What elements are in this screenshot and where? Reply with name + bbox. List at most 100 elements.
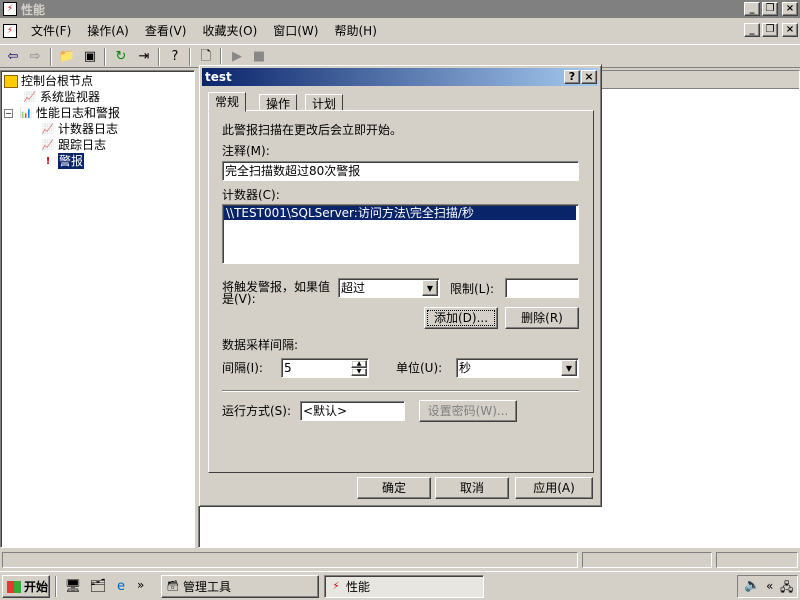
status-bar bbox=[0, 550, 800, 570]
toolbar-separator bbox=[158, 48, 160, 66]
run-as-input[interactable]: <默认> bbox=[300, 401, 405, 421]
back-icon[interactable]: ⇦ bbox=[3, 47, 23, 67]
tree-node-label: 系统监视器 bbox=[40, 90, 101, 104]
tree-node-monitor[interactable]: 📈 系统监视器 bbox=[23, 89, 100, 105]
counters-list[interactable]: \\TEST001\SQLServer:访问方法\完全扫描/秒 bbox=[222, 204, 579, 264]
task-admin-tools[interactable]: 🗃 管理工具 bbox=[161, 575, 319, 598]
menu-help[interactable]: 帮助(H) bbox=[326, 21, 384, 41]
tray-expand-icon[interactable]: « bbox=[766, 579, 773, 593]
trigger-label-2: 是(V): bbox=[222, 292, 256, 306]
perf-icon: ⚡ bbox=[332, 581, 340, 592]
show-desktop-icon[interactable]: 🖥 bbox=[63, 577, 83, 597]
up-folder-icon[interactable]: 📁 bbox=[57, 47, 77, 67]
status-panel bbox=[716, 552, 798, 568]
tab-general[interactable]: 常规 bbox=[208, 92, 247, 112]
dialog-close-button[interactable]: × bbox=[581, 70, 597, 84]
tree-node-root[interactable]: 控制台根节点 bbox=[4, 73, 93, 89]
info-text: 此警报扫描在更改后会立即开始。 bbox=[222, 123, 403, 137]
forward-icon[interactable]: ⇨ bbox=[25, 47, 45, 67]
ie-icon[interactable]: e bbox=[111, 577, 131, 597]
chevron-down-icon[interactable]: ▼ bbox=[561, 360, 577, 376]
divider bbox=[222, 390, 579, 392]
mdi-minimize-button[interactable]: _ bbox=[744, 23, 760, 37]
start-button[interactable]: 开始 bbox=[2, 575, 50, 598]
trigger-select[interactable]: 超过 ▼ bbox=[338, 278, 440, 298]
toolbar-separator bbox=[104, 48, 106, 66]
tab-action[interactable]: 操作 bbox=[259, 94, 298, 111]
tree-node-alerts[interactable]: ! 警报 bbox=[41, 153, 85, 169]
tree-node-label: 跟踪日志 bbox=[58, 138, 107, 152]
windows-logo-icon bbox=[7, 580, 21, 593]
spin-down-icon[interactable]: ▼ bbox=[351, 368, 367, 376]
tree-node-counter-logs[interactable]: 📈 计数器日志 bbox=[41, 121, 118, 137]
chart-icon: 📈 bbox=[41, 139, 55, 151]
menu-favorites[interactable]: 收藏夹(O) bbox=[194, 21, 265, 41]
apply-button[interactable]: 应用(A) bbox=[515, 477, 593, 499]
start-label: 开始 bbox=[24, 580, 49, 594]
monitor-icon: 📈 bbox=[23, 91, 37, 103]
mdi-close-button[interactable]: × bbox=[782, 23, 798, 37]
cancel-button[interactable]: 取消 bbox=[435, 477, 509, 499]
window-title-bar: ⚡ 性能 _ ❐ × bbox=[0, 0, 800, 18]
unit-label: 单位(U): bbox=[396, 361, 443, 375]
spin-up-icon[interactable]: ▲ bbox=[351, 360, 367, 368]
menu-view[interactable]: 查看(V) bbox=[137, 21, 195, 41]
add-button[interactable]: 添加(D)... bbox=[424, 307, 498, 329]
tree-node-trace-logs[interactable]: 📈 跟踪日志 bbox=[41, 137, 106, 153]
run-as-label: 运行方式(S): bbox=[222, 404, 292, 418]
minimize-button[interactable]: _ bbox=[744, 2, 760, 16]
mdi-restore-button[interactable]: ❐ bbox=[762, 23, 778, 37]
dialog-help-button[interactable]: ? bbox=[564, 70, 580, 84]
taskbar-separator bbox=[55, 576, 57, 597]
tree-node-label: 计数器日志 bbox=[58, 122, 119, 136]
toolbar-separator bbox=[189, 48, 191, 66]
system-tray: 🔈 « 🖧 bbox=[737, 575, 798, 598]
dialog-title-bar: test ? × bbox=[202, 68, 598, 86]
sample-interval-label: 数据采样间隔: bbox=[222, 338, 299, 352]
comment-label: 注释(M): bbox=[222, 144, 270, 158]
close-button[interactable]: × bbox=[782, 2, 798, 16]
list-item[interactable]: \\TEST001\SQLServer:访问方法\完全扫描/秒 bbox=[224, 206, 576, 220]
toolbar-separator bbox=[50, 48, 52, 66]
ok-button[interactable]: 确定 bbox=[357, 477, 431, 499]
remove-button[interactable]: 删除(R) bbox=[505, 307, 579, 329]
comment-input[interactable]: 完全扫描数超过80次警报 bbox=[222, 161, 579, 181]
folder-icon bbox=[4, 74, 18, 88]
limit-label: 限制(L): bbox=[450, 282, 495, 296]
interval-stepper[interactable]: 5 ▲ ▼ bbox=[281, 358, 369, 378]
app-icon: ⚡ bbox=[3, 2, 17, 16]
menu-file[interactable]: 文件(F) bbox=[23, 21, 79, 41]
network-icon[interactable]: 🖧 bbox=[780, 578, 793, 599]
tree-node-label: 性能日志和警报 bbox=[36, 106, 121, 120]
limit-input[interactable] bbox=[505, 278, 579, 298]
unit-select[interactable]: 秒 ▼ bbox=[456, 358, 579, 378]
tab-schedule[interactable]: 计划 bbox=[305, 94, 344, 111]
task-performance[interactable]: ⚡ 性能 bbox=[324, 575, 484, 598]
interval-label: 间隔(I): bbox=[222, 361, 263, 375]
restore-button[interactable]: ❐ bbox=[762, 2, 778, 16]
task-label: 性能 bbox=[346, 580, 371, 594]
interval-value: 5 bbox=[284, 361, 292, 375]
menu-window[interactable]: 窗口(W) bbox=[265, 21, 326, 41]
speaker-icon[interactable]: 🔈 bbox=[744, 578, 760, 593]
menu-action[interactable]: 操作(A) bbox=[79, 21, 137, 41]
menu-bar: ⚡ 文件(F) 操作(A) 查看(V) 收藏夹(O) 窗口(W) 帮助(H) _… bbox=[0, 20, 800, 42]
collapse-icon[interactable]: − bbox=[4, 108, 13, 118]
export-list-icon[interactable]: ⇥ bbox=[134, 47, 154, 67]
tree-node-logs[interactable]: − 📊 性能日志和警报 bbox=[4, 105, 120, 121]
explorer-icon[interactable]: 🗂 bbox=[88, 577, 108, 597]
console-tree: 控制台根节点 📈 系统监视器 − 📊 性能日志和警报 📈 计数器日志 📈 跟踪日… bbox=[0, 70, 195, 548]
status-panel bbox=[2, 552, 578, 568]
counters-label: 计数器(C): bbox=[222, 188, 280, 202]
tab-panel: 此警报扫描在更改后会立即开始。 注释(M): 完全扫描数超过80次警报 计数器(… bbox=[208, 110, 594, 473]
task-label: 管理工具 bbox=[183, 580, 232, 594]
status-panel bbox=[582, 552, 712, 568]
logs-icon: 📊 bbox=[19, 107, 33, 119]
alert-icon: ! bbox=[45, 155, 51, 167]
show-tree-icon[interactable]: ▣ bbox=[80, 47, 100, 67]
quicklaunch-more-icon[interactable]: » bbox=[137, 578, 144, 592]
refresh-icon[interactable]: ↻ bbox=[111, 47, 131, 67]
set-password-button[interactable]: 设置密码(W)... bbox=[419, 400, 517, 422]
chevron-down-icon[interactable]: ▼ bbox=[422, 280, 438, 296]
help-icon[interactable]: ? bbox=[165, 47, 185, 67]
